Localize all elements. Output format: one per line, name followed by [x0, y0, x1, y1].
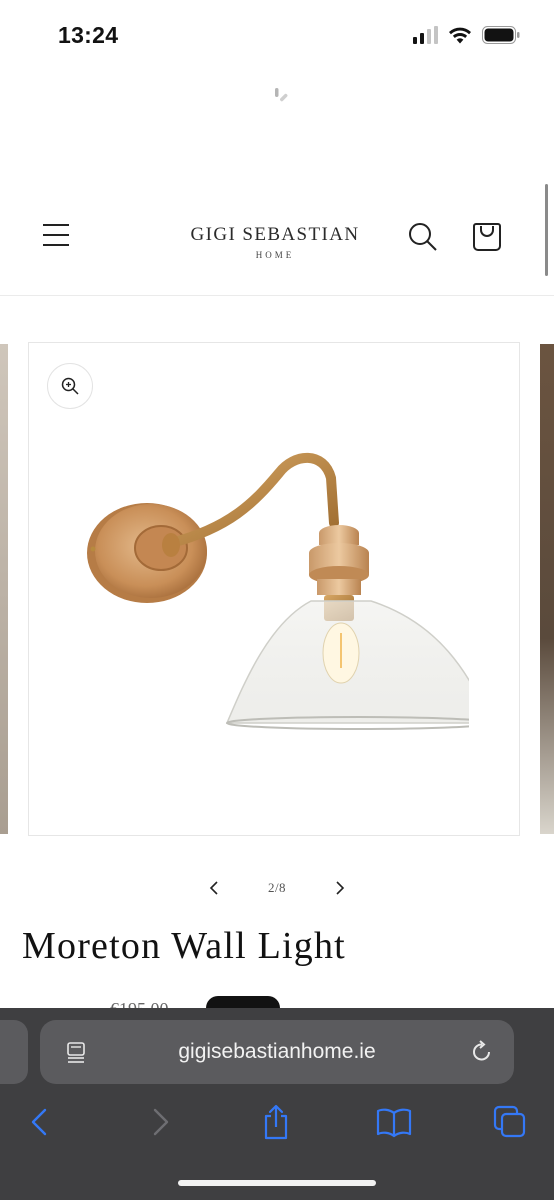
home-indicator [178, 1180, 376, 1186]
cellular-signal-icon [413, 26, 438, 44]
sale-badge [206, 996, 280, 1008]
loading-spinner-icon [275, 88, 288, 102]
search-icon [409, 223, 437, 251]
share-icon [264, 1104, 288, 1140]
previous-slide-peek[interactable] [0, 344, 8, 834]
product-image-slide[interactable] [28, 342, 520, 836]
chevron-left-icon [209, 881, 218, 895]
previous-slide-button[interactable] [200, 874, 228, 902]
url-text: gigisebastianhome.ie [178, 1040, 376, 1063]
address-bar[interactable]: gigisebastianhome.ie [40, 1020, 514, 1084]
search-button[interactable] [406, 220, 440, 254]
brand-logo[interactable]: GIGI SEBASTIAN HOME [170, 224, 380, 260]
forward-arrow-icon [153, 1108, 169, 1136]
back-arrow-icon [31, 1108, 47, 1136]
status-bar: 13:24 [0, 0, 554, 74]
shopping-bag-icon [473, 223, 501, 251]
status-icons [413, 26, 520, 44]
brand-subtitle: HOME [255, 250, 295, 260]
previous-tab-peek[interactable] [0, 1020, 28, 1084]
gallery-pager: 2/8 [0, 870, 554, 906]
next-slide-peek[interactable] [540, 344, 554, 834]
book-icon [376, 1108, 412, 1138]
hamburger-menu-icon [43, 224, 69, 246]
slide-counter: 2/8 [267, 880, 287, 895]
scroll-indicator [545, 184, 548, 276]
browser-toolbar [0, 1098, 554, 1146]
tabs-icon [493, 1105, 526, 1138]
menu-button[interactable] [40, 220, 72, 250]
product-gallery [0, 342, 554, 836]
battery-icon [482, 26, 520, 44]
brand-name: GIGI SEBASTIAN [190, 224, 360, 245]
reload-icon[interactable] [468, 1038, 496, 1066]
forward-button[interactable] [140, 1102, 180, 1142]
product-title: Moreton Wall Light [22, 925, 346, 967]
zoom-button[interactable] [47, 363, 93, 409]
cart-button[interactable] [470, 220, 504, 254]
status-time: 13:24 [58, 22, 119, 48]
next-slide-button[interactable] [326, 874, 354, 902]
back-button[interactable] [20, 1102, 60, 1142]
tabs-button[interactable] [490, 1102, 530, 1142]
reader-mode-icon[interactable] [64, 1040, 88, 1064]
share-button[interactable] [256, 1102, 296, 1142]
site-header: GIGI SEBASTIAN HOME [0, 190, 554, 296]
chevron-right-icon [336, 881, 345, 895]
product-price: €195.00 [110, 998, 169, 1008]
product-image [87, 452, 469, 730]
bookmarks-button[interactable] [374, 1102, 414, 1142]
zoom-in-icon [61, 377, 79, 395]
wifi-icon [449, 27, 471, 44]
